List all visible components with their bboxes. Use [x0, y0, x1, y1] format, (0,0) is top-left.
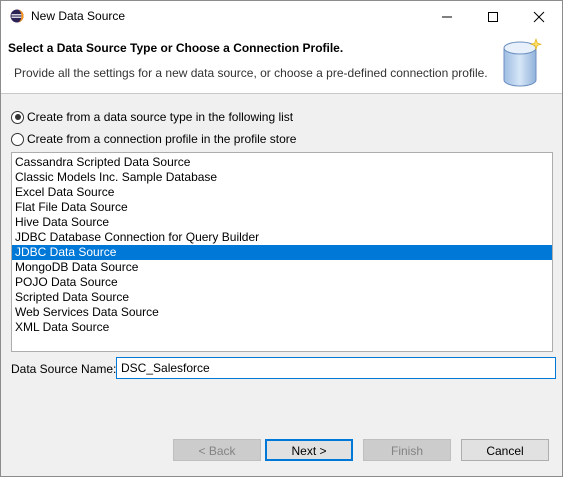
list-item[interactable]: Excel Data Source	[12, 185, 552, 200]
maximize-button[interactable]	[470, 1, 516, 32]
radio-unchecked-icon	[11, 132, 24, 146]
maximize-icon	[488, 12, 498, 22]
cancel-button[interactable]: Cancel	[461, 439, 549, 461]
radio-checked-icon	[11, 110, 24, 124]
close-icon	[533, 11, 545, 23]
radio-create-from-profile[interactable]: Create from a connection profile in the …	[11, 131, 296, 147]
finish-button[interactable]: Finish	[363, 439, 451, 461]
banner-title: Select a Data Source Type or Choose a Co…	[8, 41, 344, 55]
eclipse-icon	[10, 9, 24, 23]
close-button[interactable]	[516, 1, 562, 32]
list-item[interactable]: Flat File Data Source	[12, 200, 552, 215]
list-item[interactable]: MongoDB Data Source	[12, 260, 552, 275]
title-bar: New Data Source	[1, 1, 562, 32]
minimize-icon	[442, 16, 452, 18]
next-button[interactable]: Next >	[265, 439, 353, 461]
new-data-source-dialog: New Data Source Select a Data Source Typ…	[0, 0, 563, 477]
back-button[interactable]: < Back	[173, 439, 261, 461]
minimize-button[interactable]	[424, 1, 470, 32]
list-item[interactable]: Classic Models Inc. Sample Database	[12, 170, 552, 185]
list-item[interactable]: XML Data Source	[12, 320, 552, 335]
radio-create-from-type[interactable]: Create from a data source type in the fo…	[11, 109, 293, 125]
list-item[interactable]: Scripted Data Source	[12, 290, 552, 305]
banner-description: Provide all the settings for a new data …	[14, 66, 488, 80]
database-icon	[500, 37, 544, 89]
data-source-type-list[interactable]: Cassandra Scripted Data Source Classic M…	[11, 152, 553, 352]
list-item[interactable]: Hive Data Source	[12, 215, 552, 230]
button-bar-separator	[1, 427, 562, 428]
data-source-name-input[interactable]	[116, 357, 556, 379]
list-item[interactable]: Web Services Data Source	[12, 305, 552, 320]
wizard-banner: Select a Data Source Type or Choose a Co…	[1, 32, 562, 94]
radio-create-from-type-label: Create from a data source type in the fo…	[27, 110, 294, 124]
list-item[interactable]: Cassandra Scripted Data Source	[12, 155, 552, 170]
data-source-name-label: Data Source Name:	[11, 362, 117, 376]
window-title: New Data Source	[31, 9, 126, 23]
list-item[interactable]: POJO Data Source	[12, 275, 552, 290]
list-item-selected[interactable]: JDBC Data Source	[12, 245, 552, 260]
radio-create-from-profile-label: Create from a connection profile in the …	[27, 132, 297, 146]
list-item[interactable]: JDBC Database Connection for Query Build…	[12, 230, 552, 245]
